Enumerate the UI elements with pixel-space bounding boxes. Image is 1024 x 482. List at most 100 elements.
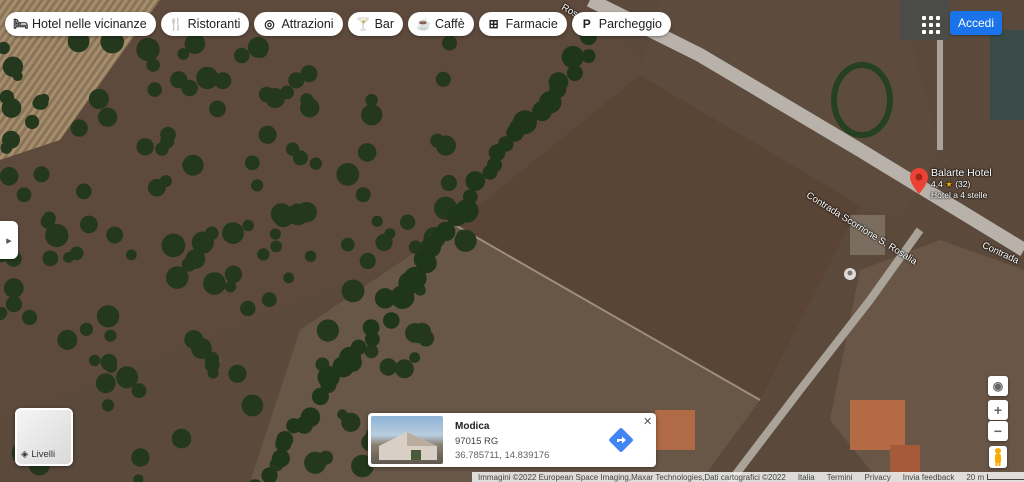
pegman-icon[interactable] [989, 446, 1007, 468]
tree-canopy [435, 135, 456, 156]
tree-canopy [285, 142, 300, 156]
footer-link-privacy[interactable]: Privacy [859, 473, 897, 482]
tree-canopy [125, 249, 137, 261]
tree-canopy [379, 358, 397, 376]
tree-canopy [209, 100, 226, 118]
place-marker-icon[interactable] [843, 267, 857, 281]
parking-icon: P [582, 17, 591, 31]
tree-canopy [286, 203, 309, 226]
tree-canopy [409, 352, 421, 363]
footer-link-country[interactable]: Italia [792, 473, 821, 482]
tree-canopy [561, 45, 584, 69]
tree-canopy [181, 257, 197, 272]
tree-canopy [22, 309, 38, 325]
tree-canopy [155, 142, 169, 156]
tree-canopy [442, 35, 457, 51]
close-icon[interactable]: ✕ [643, 415, 652, 428]
tree-canopy [70, 119, 88, 137]
chevron-right-icon: ▸ [6, 234, 12, 247]
tree-canopy [131, 383, 147, 399]
apps-grid-icon[interactable] [918, 12, 940, 34]
tree-canopy [171, 428, 192, 449]
tree-canopy [336, 163, 360, 186]
chip-attrazioni[interactable]: ◎ Attrazioni [254, 12, 343, 36]
map-footer: Immagini ©2022 European Space Imaging,Ma… [472, 472, 1024, 482]
footer-link-feedback[interactable]: Invia feedback [897, 473, 961, 482]
tree-canopy [400, 214, 416, 230]
tree-canopy [440, 174, 457, 192]
tree-canopy [97, 107, 118, 127]
cocktail-icon: 🍸 [355, 17, 371, 31]
coffee-cup-icon: ☕ [416, 17, 431, 31]
tree-canopy [271, 449, 290, 468]
tree-canopy [316, 319, 339, 342]
crosshair-icon: ◉ [992, 379, 1004, 393]
chip-parcheggio[interactable]: P Parcheggio [571, 12, 672, 36]
tree-canopy [244, 155, 260, 171]
place-category: Hotel a 4 stelle [931, 190, 988, 200]
tree-canopy [69, 246, 84, 261]
tree-canopy [147, 178, 166, 197]
tree-canopy [40, 214, 56, 229]
layers-button[interactable]: ◈ Livelli [15, 408, 73, 466]
tree-canopy [435, 71, 451, 87]
chip-ristoranti[interactable]: 🍴 Ristoranti [160, 12, 250, 36]
chip-caffè[interactable]: ☕ Caffè [408, 12, 474, 36]
place-rating: 4,4 ★ (32) [931, 179, 971, 189]
tree-canopy [394, 359, 414, 379]
tree-canopy [300, 98, 320, 118]
tree-canopy [258, 125, 277, 144]
tree-canopy [364, 331, 380, 347]
tree-canopy [359, 252, 376, 270]
scale-bar[interactable]: 20 m [960, 473, 1024, 482]
chip-label: Parcheggio [598, 17, 663, 31]
layers-label: Livelli [31, 449, 56, 460]
zoom-in-button[interactable]: + [988, 400, 1008, 420]
tree-canopy [374, 288, 396, 309]
tree-canopy [224, 265, 243, 283]
tree-canopy [318, 450, 333, 465]
tree-canopy [371, 215, 383, 227]
tree-canopy [228, 364, 247, 383]
tree-canopy [42, 250, 59, 267]
street-view-thumbnail[interactable] [371, 416, 443, 464]
place-label[interactable]: Balarte Hotel 4,4 ★ (32) Hotel a 4 stell… [931, 167, 992, 200]
tree-canopy [304, 250, 317, 262]
tree-canopy [0, 89, 15, 105]
tree-canopy [270, 240, 282, 253]
bed-icon: 🛏 [13, 17, 29, 31]
tree-canopy [88, 88, 109, 110]
tree-canopy [5, 296, 22, 313]
place-pin-icon[interactable] [910, 168, 928, 194]
tree-canopy [33, 166, 50, 183]
tree-canopy [247, 36, 269, 58]
tree-canopy [214, 72, 232, 90]
tree-canopy [207, 367, 219, 379]
tree-canopy [240, 300, 256, 317]
tree-canopy [261, 292, 277, 308]
footer-link-terms[interactable]: Termini [821, 473, 859, 482]
chip-label: Farmacie [505, 17, 558, 31]
tree-canopy [482, 165, 498, 180]
chip-hotel-nelle-vicinanze[interactable]: 🛏 Hotel nelle vicinanze [5, 12, 156, 36]
tree-canopy [100, 353, 118, 371]
tree-canopy [566, 65, 583, 81]
my-location-button[interactable]: ◉ [988, 376, 1008, 396]
tree-canopy [80, 215, 98, 234]
expand-panel-button[interactable]: ▸ [0, 221, 18, 259]
directions-icon[interactable] [609, 428, 633, 452]
chip-bar[interactable]: 🍸 Bar [347, 12, 404, 36]
chip-farmacie[interactable]: ⊞ Farmacie [478, 12, 567, 36]
tree-canopy [79, 322, 93, 336]
tree-canopy [75, 183, 92, 200]
tree-canopy [3, 278, 24, 298]
tree-canopy [357, 143, 377, 162]
signin-button[interactable]: Accedi [950, 11, 1002, 35]
pharmacy-icon: ⊞ [488, 17, 499, 31]
location-info-card[interactable]: Modica 97015 RG 36.785711, 14.839176 ✕ [368, 413, 656, 467]
fork-knife-icon: 🍴 [168, 17, 184, 31]
zoom-out-button[interactable]: − [988, 421, 1008, 441]
tree-canopy [131, 448, 150, 467]
tree-canopy [341, 412, 361, 432]
tree-canopy [24, 114, 40, 130]
